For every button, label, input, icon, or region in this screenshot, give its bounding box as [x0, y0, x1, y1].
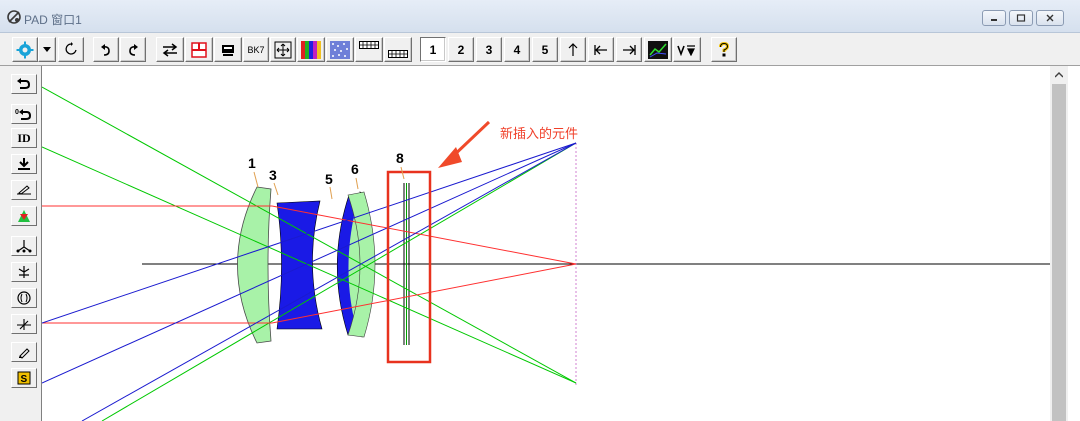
spot-diagram-button[interactable]: [326, 37, 354, 62]
zoom-3-button[interactable]: 3: [476, 37, 502, 62]
settings-button[interactable]: [12, 37, 38, 62]
spot-diagram-icon: [330, 40, 350, 59]
surface-label-8: 8: [396, 150, 404, 166]
help-icon: [719, 41, 730, 56]
optical-layout-canvas[interactable]: 1 3 5 6 8 新插入的元件: [42, 67, 1050, 421]
dropdown-arrow-icon: [43, 46, 51, 52]
annotation-text: 新插入的元件: [500, 126, 578, 142]
last-surface-icon: [623, 44, 636, 55]
vertical-scrollbar[interactable]: [1050, 66, 1068, 421]
fork-button[interactable]: [11, 262, 37, 282]
plane-button[interactable]: [11, 314, 37, 334]
chevron-up-icon: [1055, 71, 1063, 77]
last-surface-button[interactable]: [616, 37, 642, 62]
scroll-up-button[interactable]: [1050, 66, 1068, 83]
display-icon: [222, 44, 234, 56]
arrow-up-icon: [568, 42, 578, 56]
lens-button[interactable]: [11, 288, 37, 308]
id-button[interactable]: ID: [11, 128, 37, 148]
insert-element-icon: [18, 210, 30, 222]
display-button[interactable]: [214, 37, 242, 62]
lens-element-3: [276, 200, 323, 330]
fork-icon: [18, 266, 30, 278]
arrow-up-button[interactable]: [560, 37, 586, 62]
download-icon: [18, 158, 30, 170]
redo-icon: [129, 43, 138, 56]
close-button[interactable]: [1036, 10, 1064, 26]
fit-view-button[interactable]: [270, 37, 296, 62]
surface-label-6: 6: [351, 161, 359, 177]
zoom-2-button[interactable]: 2: [448, 37, 474, 62]
main-toolbar: BK7 1 2 3 4 5: [0, 33, 1080, 66]
app-logo-icon: [7, 10, 21, 24]
chart-button[interactable]: [644, 37, 672, 62]
fit-view-icon: [274, 41, 292, 58]
download-button[interactable]: [11, 154, 37, 174]
window-controls: [982, 10, 1064, 26]
pencil-button[interactable]: [11, 342, 37, 362]
scroll-thumb[interactable]: [1052, 84, 1066, 421]
optical-layout-diagram: 1 3 5 6 8 新插入的元件: [42, 86, 1050, 421]
close-icon: [1046, 14, 1054, 22]
tool-sidebar: 0 ID S: [0, 66, 42, 421]
refresh-icon: [65, 41, 77, 55]
plane-icon: [17, 319, 31, 330]
surface-label-3: 3: [269, 167, 277, 183]
settings-gear-icon: [16, 41, 34, 58]
undo-zero-button[interactable]: 0: [11, 104, 37, 124]
undo-icon: [101, 43, 110, 56]
color-bars-button[interactable]: [297, 37, 325, 62]
settings-dropdown-button[interactable]: [38, 37, 56, 62]
lens-element-1: [237, 186, 272, 344]
weight-button[interactable]: [11, 236, 37, 256]
swap-arrows-icon: [162, 42, 178, 57]
color-bars-icon: [301, 40, 321, 59]
refresh-button[interactable]: [58, 37, 84, 62]
vector-button[interactable]: [673, 37, 701, 62]
minimize-button[interactable]: [982, 10, 1006, 26]
undo-zero-icon: 0: [15, 109, 32, 120]
window-title: PAD 窗口1: [24, 13, 82, 27]
layout-button[interactable]: [185, 37, 213, 62]
undo-button[interactable]: [93, 37, 119, 62]
help-button[interactable]: [711, 37, 737, 62]
weight-icon: [16, 240, 32, 253]
minimize-icon: [991, 19, 997, 21]
lens-icon: [17, 291, 31, 305]
svg-text:S: S: [21, 374, 28, 385]
insert-element-button[interactable]: [11, 206, 37, 226]
first-surface-icon: [594, 44, 607, 55]
maximize-button[interactable]: [1009, 10, 1033, 26]
table-alt-icon: [388, 50, 408, 58]
maximize-icon: [1016, 14, 1026, 22]
undo-side-button[interactable]: [11, 74, 37, 94]
swap-button[interactable]: [156, 37, 184, 62]
zoom-5-button[interactable]: 5: [532, 37, 558, 62]
chart-icon: [648, 40, 668, 59]
edit-pen-icon: [17, 185, 31, 195]
zoom-4-button[interactable]: 4: [504, 37, 530, 62]
title-bar: PAD 窗口1: [0, 0, 1080, 33]
redo-button[interactable]: [120, 37, 146, 62]
surface-label-1: 1: [248, 155, 256, 171]
layout-grid-icon: [191, 41, 207, 58]
svg-text:0: 0: [15, 109, 19, 116]
table-button[interactable]: [355, 37, 383, 62]
undo-side-icon: [17, 78, 31, 89]
surface-label-5: 5: [325, 171, 333, 187]
table-alt-button[interactable]: [384, 37, 412, 62]
edit-pen-button[interactable]: [11, 180, 37, 200]
first-surface-button[interactable]: [588, 37, 614, 62]
zoom-1-button[interactable]: 1: [420, 37, 446, 62]
window-right-edge: [1068, 66, 1080, 421]
vector-icon: [677, 44, 695, 56]
save-icon: S: [17, 371, 31, 385]
pencil-icon: [19, 348, 30, 359]
glass-catalog-button[interactable]: BK7: [243, 37, 269, 62]
save-button[interactable]: S: [11, 368, 37, 388]
table-icon: [359, 41, 379, 49]
